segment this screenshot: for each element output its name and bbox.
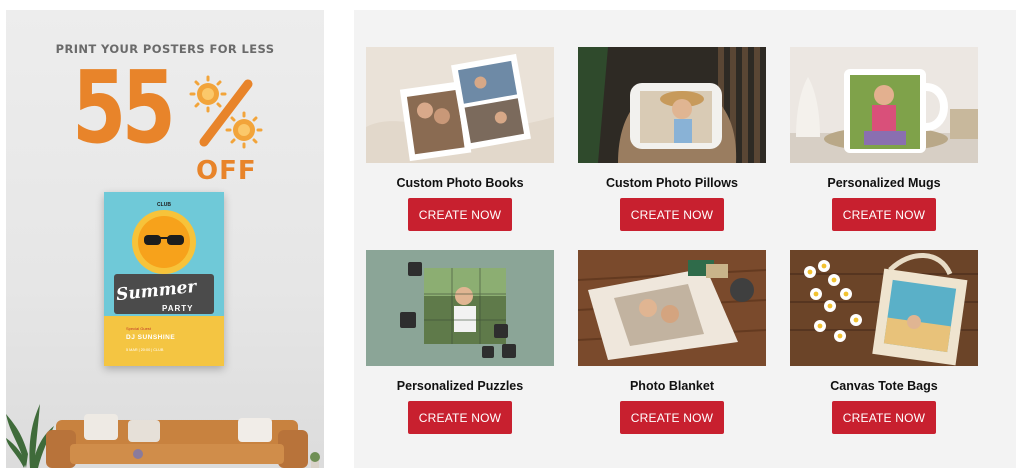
product-grid: Custom Photo Books CREATE NOW Custom Pho…	[354, 10, 1016, 468]
create-now-button[interactable]: CREATE NOW	[408, 401, 512, 434]
product-card-mugs: Personalized Mugs CREATE NOW	[790, 47, 978, 231]
poster-footer-band	[104, 316, 224, 366]
create-now-button[interactable]: CREATE NOW	[408, 198, 512, 231]
discount-number: 55	[72, 49, 176, 166]
poster-club-label: CLUB	[157, 202, 171, 208]
product-title: Canvas Tote Bags	[830, 379, 938, 393]
sofa-illustration	[46, 414, 308, 468]
photo-pillows-image[interactable]	[578, 47, 766, 163]
small-plant-icon	[310, 452, 320, 468]
percent-sun-icon	[189, 75, 263, 149]
product-title: Personalized Puzzles	[396, 379, 524, 393]
tote-bags-image[interactable]	[790, 250, 978, 366]
poster-promo-banner[interactable]: PRINT YOUR POSTERS FOR LESS 55 OFF CLUB …	[6, 10, 324, 468]
product-card-photo-pillows: Custom Photo Pillows CREATE NOW	[578, 47, 766, 231]
puzzles-image[interactable]	[366, 250, 554, 366]
create-now-button[interactable]: CREATE NOW	[620, 198, 724, 231]
poster-subtitle: PARTY	[162, 304, 194, 313]
product-card-tote-bags: Canvas Tote Bags CREATE NOW	[790, 250, 978, 434]
product-title: Personalized Mugs	[827, 176, 941, 190]
summer-party-poster: CLUB Summer PARTY Special Guest DJ SUNSH…	[104, 192, 224, 366]
sunglasses-icon	[144, 235, 184, 245]
product-title: Custom Photo Pillows	[606, 176, 738, 190]
create-now-button[interactable]: CREATE NOW	[832, 401, 936, 434]
create-now-button[interactable]: CREATE NOW	[832, 198, 936, 231]
photo-blanket-image[interactable]	[578, 250, 766, 366]
product-title: Photo Blanket	[629, 379, 715, 393]
photo-books-image[interactable]	[366, 47, 554, 163]
product-title: Custom Photo Books	[396, 176, 524, 190]
poster-guest-label: Special Guest	[126, 326, 151, 331]
product-card-photo-blanket: Photo Blanket CREATE NOW	[578, 250, 766, 434]
poster-dates: 5 MAR | 20:00 | CLUB	[126, 348, 164, 352]
discount-off-label: OFF	[196, 156, 257, 186]
create-now-button[interactable]: CREATE NOW	[620, 401, 724, 434]
product-card-photo-books: Custom Photo Books CREATE NOW	[366, 47, 554, 231]
mugs-image[interactable]	[790, 47, 978, 163]
product-card-puzzles: Personalized Puzzles CREATE NOW	[366, 250, 554, 434]
poster-dj-name: DJ SUNSHINE	[126, 334, 176, 341]
page: PRINT YOUR POSTERS FOR LESS 55 OFF CLUB …	[0, 0, 1024, 475]
